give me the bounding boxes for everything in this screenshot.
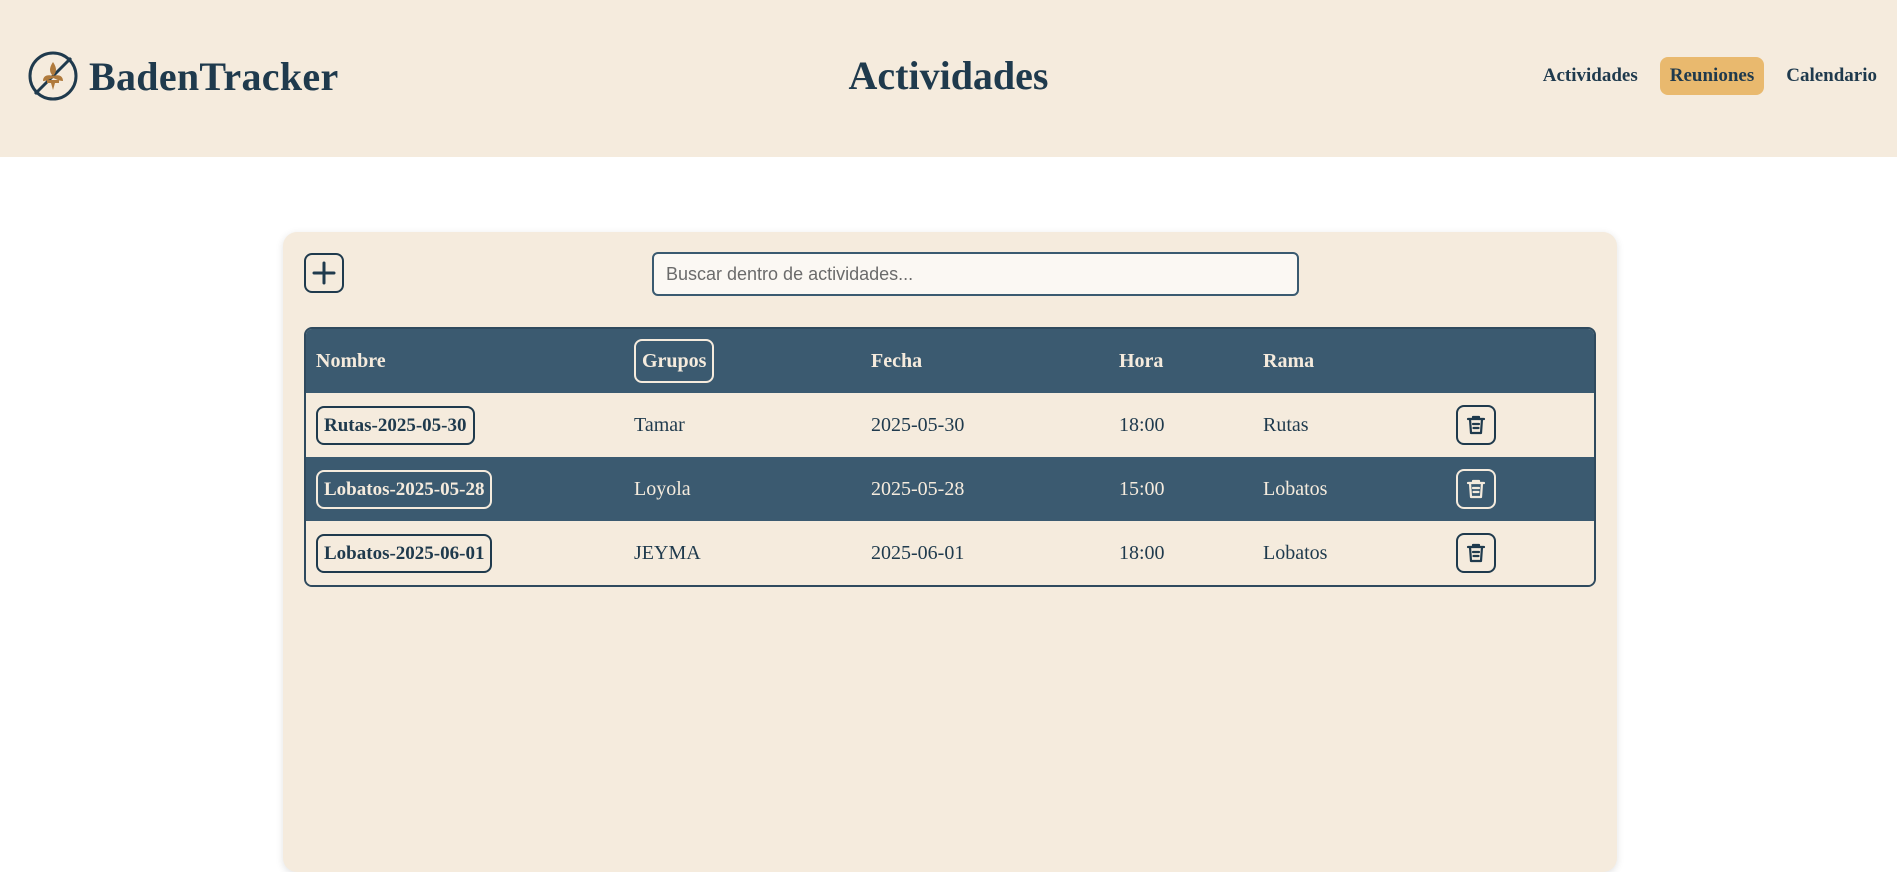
actions-cell [1456,393,1496,457]
grupos-cell: Tamar [634,413,685,436]
column-header-hora: Hora [1119,349,1164,372]
rama-cell: Lobatos [1263,541,1328,564]
table-row: Lobatos-2025-05-28 Loyola 2025-05-28 15:… [306,457,1594,521]
rama-cell: Lobatos [1263,477,1328,500]
delete-button[interactable] [1456,405,1496,445]
main-nav: Actividades Reuniones Calendario [1533,55,1887,97]
actions-cell [1456,521,1496,585]
nav-calendario[interactable]: Calendario [1776,57,1887,95]
column-header-nombre: Nombre [316,349,386,372]
table-header: Nombre Grupos Fecha Hora Rama [306,329,1594,393]
hora-cell: 18:00 [1119,413,1165,436]
actions-cell [1456,457,1496,521]
hora-cell: 15:00 [1119,477,1165,500]
column-header-grupos-cell: Grupos [634,329,715,393]
column-header-fecha: Fecha [871,349,923,372]
delete-button[interactable] [1456,469,1496,509]
grupos-filter-button[interactable]: Grupos [634,339,715,383]
nombre-cell: Lobatos-2025-05-28 [316,457,493,521]
activity-name-button[interactable]: Rutas-2025-05-30 [316,405,475,445]
nav-actividades[interactable]: Actividades [1533,57,1648,95]
top-bar: BadenTracker Actividades Actividades Reu… [0,0,1897,157]
trash-icon [1466,479,1486,499]
fecha-cell: 2025-06-01 [871,541,965,564]
trash-icon [1466,415,1486,435]
nav-reuniones[interactable]: Reuniones [1659,57,1765,95]
activity-name-button[interactable]: Lobatos-2025-05-28 [316,469,493,509]
grupos-cell: Loyola [634,477,691,500]
activities-card: Nombre Grupos Fecha Hora Rama Rutas-2025… [283,232,1617,872]
hora-cell: 18:00 [1119,541,1165,564]
grupos-cell: JEYMA [634,541,701,564]
activities-table: Nombre Grupos Fecha Hora Rama Rutas-2025… [304,327,1596,587]
nombre-cell: Lobatos-2025-06-01 [316,521,493,585]
nombre-cell: Rutas-2025-05-30 [316,393,475,457]
column-header-rama: Rama [1263,349,1315,372]
activity-name-button[interactable]: Lobatos-2025-06-01 [316,533,493,573]
table-row: Rutas-2025-05-30 Tamar 2025-05-30 18:00 … [306,393,1594,457]
delete-button[interactable] [1456,533,1496,573]
fecha-cell: 2025-05-30 [871,413,965,436]
add-activity-button[interactable] [304,253,344,293]
fecha-cell: 2025-05-28 [871,477,965,500]
rama-cell: Rutas [1263,413,1309,436]
trash-icon [1466,543,1486,563]
plus-icon [312,261,336,285]
table-row: Lobatos-2025-06-01 JEYMA 2025-06-01 18:0… [306,521,1594,585]
search-input[interactable] [652,252,1299,296]
